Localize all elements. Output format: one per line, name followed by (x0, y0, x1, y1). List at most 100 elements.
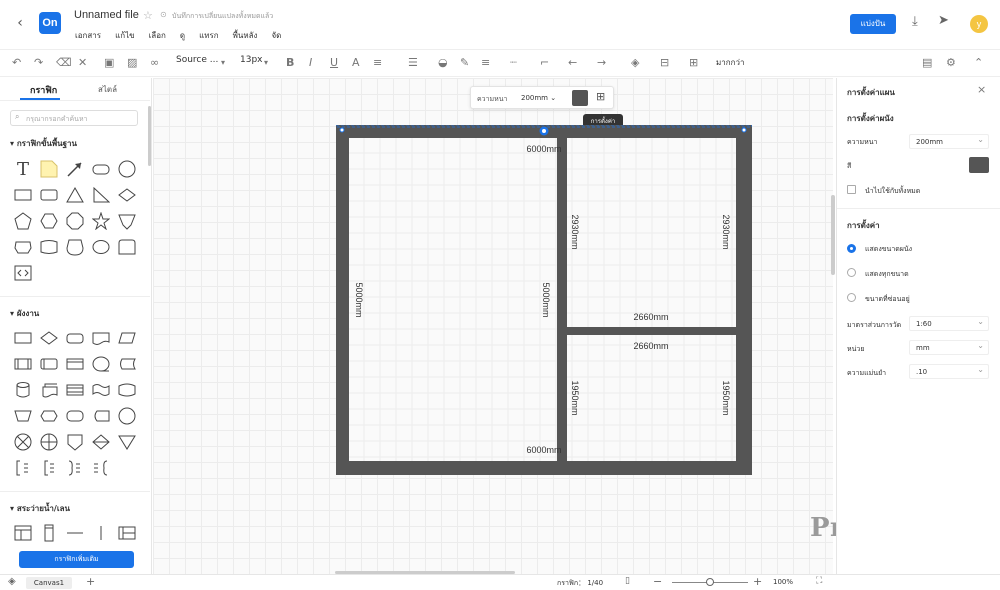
align-distribute-icon[interactable]: ⊟ (660, 55, 669, 71)
line-width-icon[interactable]: ≡ (481, 55, 490, 71)
triangle-shape[interactable] (66, 186, 84, 204)
vertical-separator-shape[interactable] (92, 524, 110, 542)
zoom-out-icon[interactable]: − (653, 575, 662, 588)
underline-icon[interactable]: U (330, 55, 338, 71)
manual-input-shape[interactable] (66, 381, 84, 399)
tab-graphics[interactable]: กราฟิก (30, 83, 57, 97)
selection-handle[interactable] (339, 127, 345, 133)
cloud-rect-shape[interactable] (14, 238, 32, 256)
menu-edit[interactable]: แก้ไข (115, 29, 135, 42)
zoom-slider-thumb[interactable] (706, 578, 714, 586)
multi-document-shape[interactable] (40, 381, 58, 399)
horizontal-separator-shape[interactable] (66, 524, 84, 542)
undo-icon[interactable]: ↶ (12, 55, 21, 71)
font-size-select[interactable]: 13px (240, 55, 263, 65)
arrow-line-shape[interactable] (66, 160, 84, 178)
wall-color-swatch[interactable] (572, 90, 588, 106)
menu-view[interactable]: ดู (180, 29, 185, 42)
section-swimlane[interactable]: ▾ สระว่ายน้ำ/เลน (10, 502, 70, 515)
app-logo[interactable]: On (39, 12, 61, 34)
star-shape[interactable] (92, 212, 110, 230)
radio-show-wall-size[interactable] (847, 244, 856, 253)
settings-icon[interactable]: ⊞ (596, 90, 605, 103)
arrow-start-icon[interactable]: ← (568, 55, 577, 71)
selection-handle[interactable] (741, 127, 747, 133)
rounded-rect-shape[interactable] (92, 160, 110, 178)
canvas-vertical-scrollbar[interactable] (831, 195, 835, 275)
precision-select[interactable]: .10 (909, 364, 989, 379)
horizontal-pool-shape[interactable] (14, 524, 32, 542)
off-page-connector-shape[interactable] (66, 433, 84, 451)
radio-show-all-size[interactable] (847, 268, 856, 277)
canvas-tab[interactable]: Canvas1 (26, 577, 72, 589)
or-shape[interactable] (40, 433, 58, 451)
inverted-pentagon-shape[interactable] (118, 212, 136, 230)
wall-color-swatch[interactable] (969, 157, 989, 173)
note-shape[interactable] (40, 160, 58, 178)
zoom-level[interactable]: 100% (773, 578, 793, 586)
align-icon[interactable]: ≡ (373, 55, 382, 71)
merge-shape[interactable] (118, 433, 136, 451)
section-flowchart[interactable]: ▾ ผังงาน (10, 307, 39, 320)
chevron-down-icon[interactable]: ▾ (264, 55, 268, 71)
file-title[interactable]: Unnamed file (74, 9, 139, 21)
display-shape[interactable] (66, 355, 84, 373)
table-icon[interactable]: ⊞ (689, 55, 698, 71)
fullscreen-icon[interactable]: ⛶ (816, 576, 822, 586)
collate-shape[interactable] (92, 433, 110, 451)
floor-plan[interactable]: 6400mm 6000mm 6000mm 6400mm 5400mm 5000m… (336, 125, 752, 475)
radio-hidden-size[interactable] (847, 293, 856, 302)
map-icon[interactable]: ▯ (625, 576, 630, 586)
octagon-shape[interactable] (66, 212, 84, 230)
shape-search-input[interactable]: กรุณากรอกคำค้นหา (26, 114, 88, 125)
delay-shape[interactable] (66, 407, 84, 425)
bold-icon[interactable]: B (286, 55, 294, 71)
manual-operation-shape[interactable] (14, 407, 32, 425)
format-painter-icon[interactable]: ⌫ (56, 55, 72, 71)
ellipse-shape[interactable] (92, 238, 110, 256)
hexagon-shape[interactable] (40, 212, 58, 230)
back-arrow-icon[interactable]: ‹ (12, 14, 28, 32)
layers-icon[interactable]: ◈ (631, 55, 639, 71)
fill-color-icon[interactable]: ◒ (438, 55, 448, 71)
apply-all-checkbox[interactable] (847, 185, 856, 194)
star-icon[interactable]: ☆ (143, 9, 153, 22)
chevron-down-icon[interactable]: ▾ (221, 55, 225, 71)
menu-background[interactable]: พื้นหลัง (233, 29, 258, 42)
sidebar-scrollbar[interactable] (148, 106, 151, 166)
summing-junction-shape[interactable] (14, 433, 32, 451)
tab-style[interactable]: สไตล์ (98, 83, 117, 96)
zoom-in-icon[interactable]: + (753, 575, 762, 588)
loop-limit-shape[interactable] (118, 381, 136, 399)
scale-select[interactable]: 1:60 (909, 316, 989, 331)
blob-shape[interactable] (66, 238, 84, 256)
send-icon[interactable]: ➤ (938, 13, 949, 28)
link-icon[interactable]: ∞ (150, 55, 159, 71)
menu-select[interactable]: เลือก (149, 29, 166, 42)
format-panel-icon[interactable]: ▤ (922, 55, 932, 71)
connector-circle-shape[interactable] (92, 355, 110, 373)
avatar[interactable]: y (970, 15, 988, 33)
share-button[interactable]: แบ่งปัน (850, 14, 896, 34)
diamond-shape[interactable] (118, 186, 136, 204)
drawing-canvas[interactable]: ความหนา 200mm ⌄ ⊞ การตั้งค่า 6000mm 6000… (153, 78, 833, 574)
redo-icon[interactable]: ↷ (34, 55, 43, 71)
settings-icon[interactable]: ⚙ (946, 55, 956, 71)
display-round-shape[interactable] (92, 407, 110, 425)
section-basic-shapes[interactable]: ▾ กราฟิกขั้นพื้นฐาน (10, 137, 77, 150)
layers-icon[interactable]: ◈ (8, 576, 16, 587)
clear-format-icon[interactable]: ✕ (78, 55, 87, 71)
menu-document[interactable]: เอกสาร (75, 29, 101, 42)
rectangle-shape[interactable] (14, 186, 32, 204)
close-icon[interactable]: × (977, 83, 986, 96)
wave-shape[interactable] (40, 238, 58, 256)
vertical-pool-shape[interactable] (118, 524, 136, 542)
document-shape[interactable] (92, 329, 110, 347)
more-shapes-button[interactable]: กราฟิกเพิ่มเติม (19, 551, 134, 568)
italic-icon[interactable]: I (309, 55, 312, 71)
code-shape[interactable] (14, 264, 32, 282)
connector-icon[interactable]: ⌐ (540, 55, 549, 71)
process-shape[interactable] (14, 329, 32, 347)
tab-shape[interactable] (118, 238, 136, 256)
internal-storage-shape[interactable] (40, 355, 58, 373)
